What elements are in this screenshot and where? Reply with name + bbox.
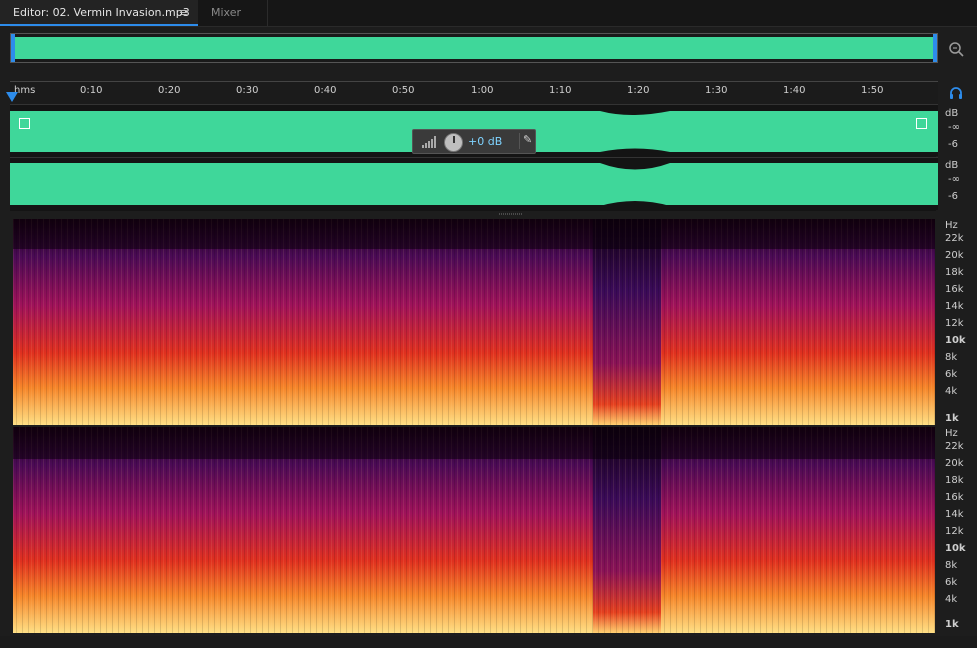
frequency-label: 6k — [945, 577, 958, 588]
spectrogram-left[interactable] — [13, 219, 935, 425]
frequency-label: 8k — [945, 352, 958, 363]
amplitude-label: -6 — [948, 191, 958, 202]
amplitude-label: -6 — [948, 139, 958, 150]
ruler-tick: 1:00 — [471, 85, 494, 96]
gain-knob[interactable] — [444, 133, 463, 152]
overview-waveform-band — [15, 37, 933, 59]
frequency-label: 1k — [945, 413, 959, 424]
gain-value[interactable]: +0 dB — [468, 135, 502, 148]
overview-waveform[interactable] — [10, 33, 938, 63]
frequency-label: 14k — [945, 509, 964, 520]
frequency-unit: Hz — [945, 220, 958, 231]
ruler-tick: 1:20 — [627, 85, 650, 96]
overview-right-handle[interactable] — [933, 34, 937, 62]
ruler-tick: 1:30 — [705, 85, 728, 96]
amplitude-label: -∞ — [948, 174, 960, 185]
frequency-label: 20k — [945, 458, 964, 469]
frequency-label: 14k — [945, 301, 964, 312]
zoom-icon[interactable] — [947, 40, 965, 58]
pin-icon[interactable]: ✎ — [519, 133, 537, 149]
ruler-tick: 1:50 — [861, 85, 884, 96]
waveform-peaks-right — [10, 158, 936, 211]
gain-hud[interactable]: +0 dB ✎ — [412, 129, 536, 154]
amplitude-unit: dB — [945, 160, 959, 171]
ruler-tick: 0:50 — [392, 85, 415, 96]
frequency-label: 22k — [945, 441, 964, 452]
tab-bar: Editor: 02. Vermin Invasion.mp3 ≡ Mixer — [0, 0, 977, 27]
overview-left-handle[interactable] — [11, 34, 15, 62]
frequency-label: 22k — [945, 233, 964, 244]
playhead-marker[interactable] — [6, 92, 18, 102]
frequency-label: 18k — [945, 475, 964, 486]
frequency-label: 16k — [945, 284, 964, 295]
left-rail — [0, 26, 10, 648]
frequency-label: 20k — [945, 250, 964, 261]
frequency-label: 8k — [945, 560, 958, 571]
amplitude-label: -∞ — [948, 122, 960, 133]
ruler-tick: 0:30 — [236, 85, 259, 96]
fade-in-handle[interactable] — [19, 118, 30, 129]
waveform-channel-right[interactable] — [10, 157, 938, 211]
tab-editor[interactable]: Editor: 02. Vermin Invasion.mp3 ≡ — [0, 0, 198, 26]
tab-mixer[interactable]: Mixer — [198, 0, 268, 26]
frequency-label: 16k — [945, 492, 964, 503]
level-bars-icon — [422, 136, 436, 148]
frequency-label: 6k — [945, 369, 958, 380]
transport-bar — [0, 636, 977, 648]
ruler-tick: 0:10 — [80, 85, 103, 96]
headphones-icon[interactable] — [949, 86, 963, 100]
fade-out-handle[interactable] — [916, 118, 927, 129]
frequency-label: 10k — [945, 543, 966, 554]
tab-editor-label: Editor: 02. Vermin Invasion.mp3 — [13, 6, 190, 19]
frequency-label: 1k — [945, 619, 959, 630]
ruler-tick: 0:40 — [314, 85, 337, 96]
amplitude-unit: dB — [945, 108, 959, 119]
tab-menu-icon[interactable]: ≡ — [179, 0, 188, 26]
frequency-unit: Hz — [945, 428, 958, 439]
ruler-tick: 0:20 — [158, 85, 181, 96]
panel-divider-handle[interactable] — [499, 212, 523, 216]
spectrogram-right[interactable] — [13, 427, 935, 633]
ruler-tick: 1:10 — [549, 85, 572, 96]
frequency-label: 12k — [945, 318, 964, 329]
frequency-label: 18k — [945, 267, 964, 278]
frequency-label: 10k — [945, 335, 966, 346]
frequency-label: 12k — [945, 526, 964, 537]
ruler-tick: 1:40 — [783, 85, 806, 96]
time-ruler[interactable]: hms 0:10 0:20 0:30 0:40 0:50 1:00 1:10 1… — [10, 81, 938, 104]
frequency-label: 4k — [945, 386, 958, 397]
frequency-label: 4k — [945, 594, 958, 605]
